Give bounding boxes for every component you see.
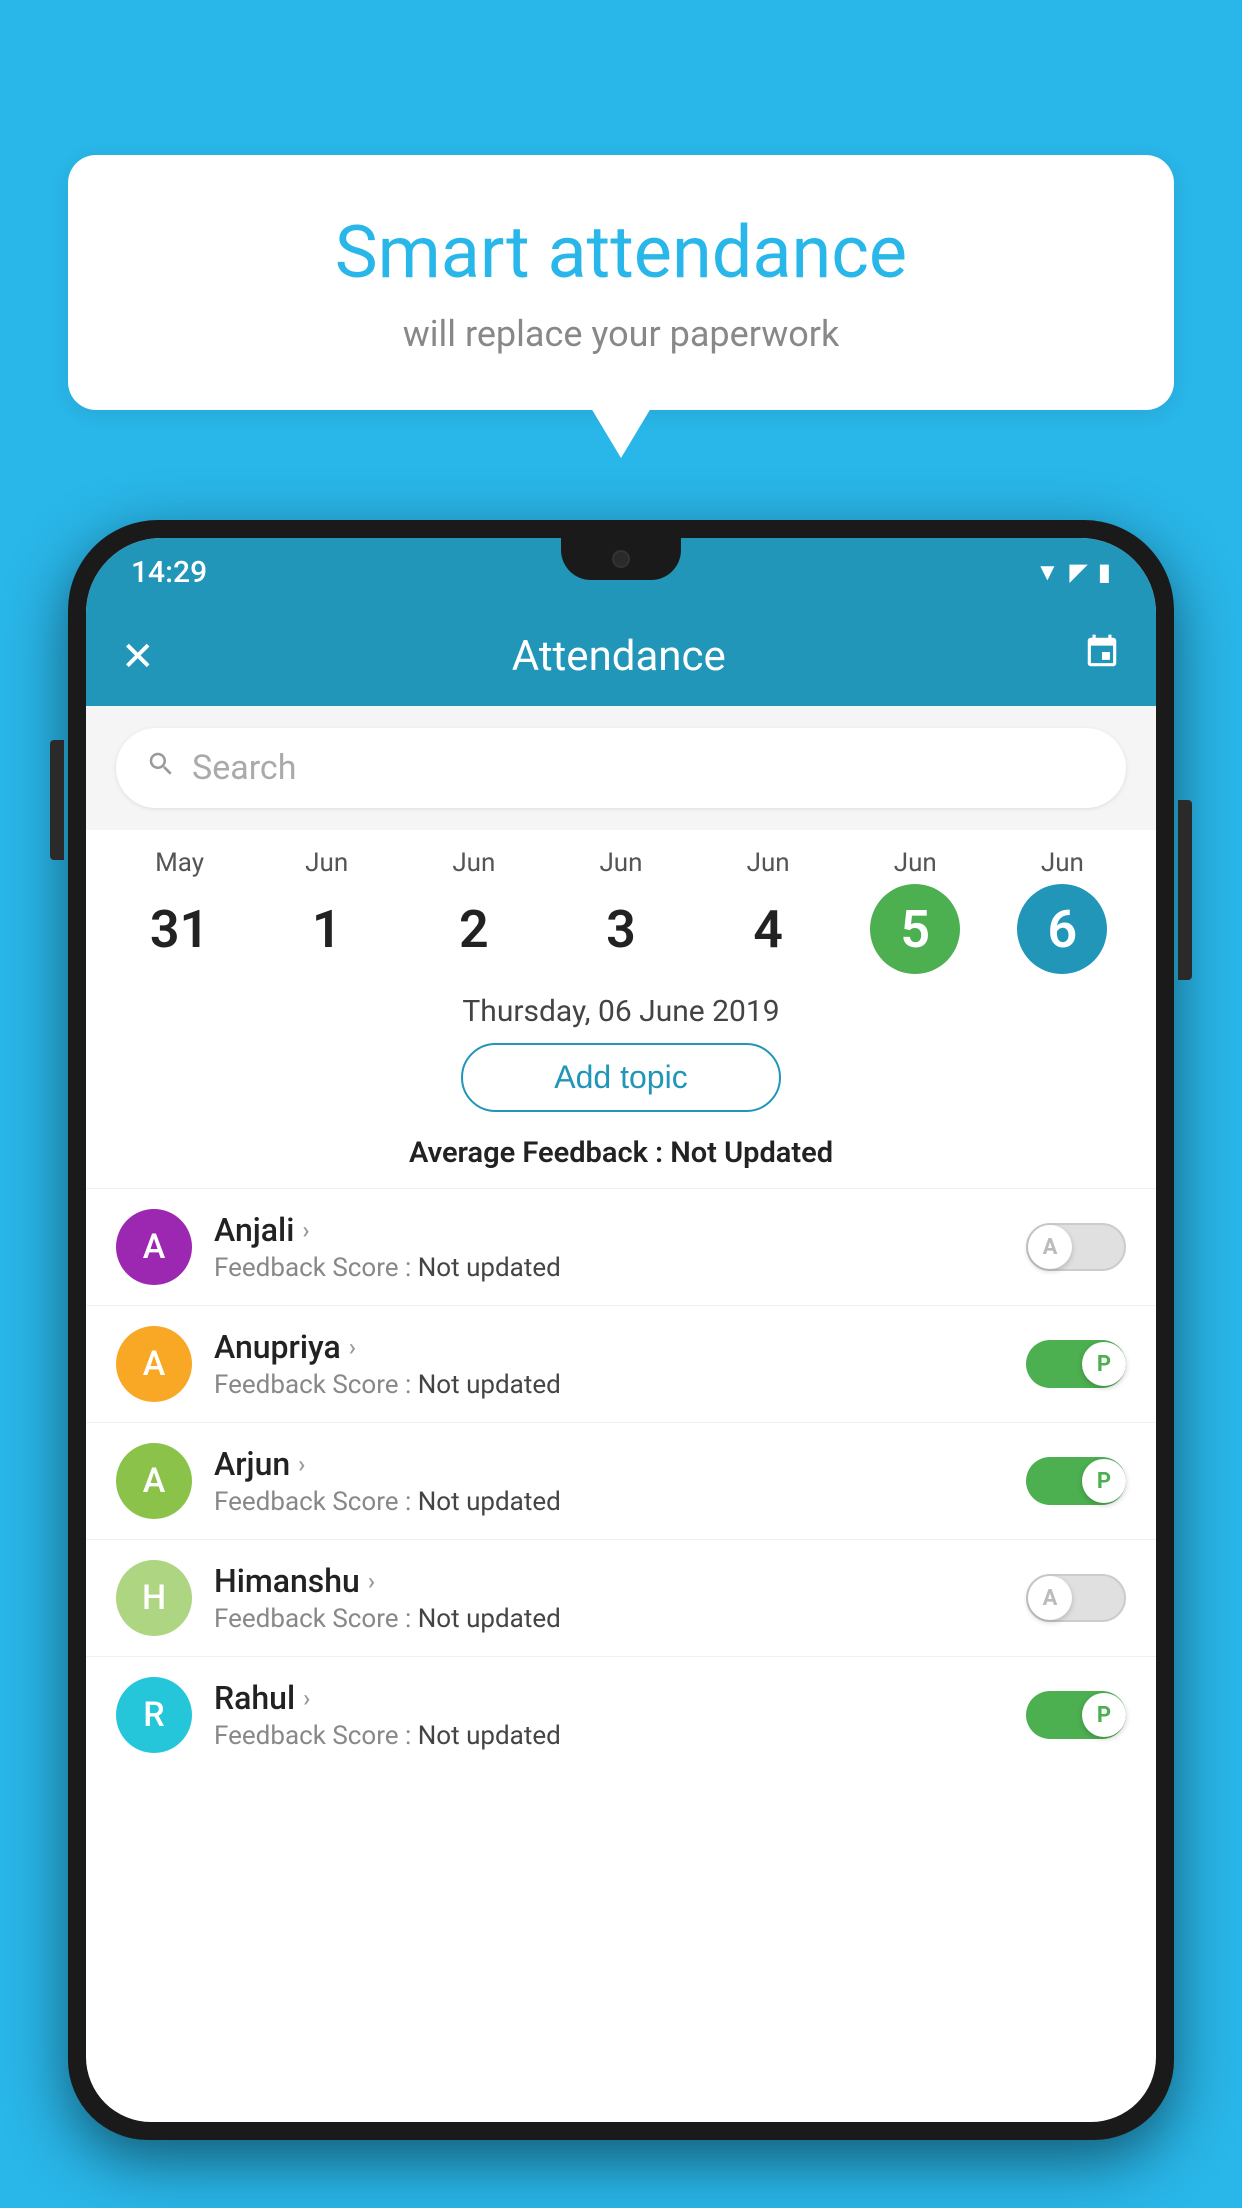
date-cell-5[interactable]: Jun 5 [855,848,975,974]
student-info: Himanshu › Feedback Score : Not updated [214,1562,1004,1634]
chevron-right-icon: › [298,1450,305,1478]
student-list: AAnjali ›Feedback Score : Not updatedAAA… [86,1188,1156,1773]
notch [561,538,681,580]
chevron-right-icon: › [368,1567,375,1595]
avatar: A [116,1326,192,1402]
feedback-value: Not updated [418,1487,561,1517]
date-number: 3 [576,884,666,974]
date-month: Jun [894,848,937,878]
attendance-toggle[interactable]: P [1026,1691,1126,1739]
student-item-1[interactable]: A Anupriya › Feedback Score : Not updated P [86,1305,1156,1422]
attendance-toggle[interactable]: A [1026,1223,1126,1271]
wifi-icon: ▼ [1036,558,1060,587]
attendance-toggle[interactable]: P [1026,1457,1126,1505]
date-cell-6[interactable]: Jun 6 [1002,848,1122,974]
search-placeholder: Search [192,748,296,788]
student-info: Arjun › Feedback Score : Not updated [214,1445,1004,1517]
date-row: May 31 Jun 1 Jun 2 Jun 3 Jun 4 Jun 5 Jun 6 [86,830,1156,984]
avg-feedback-label: Average Feedback : [409,1136,663,1170]
speech-bubble: Smart attendance will replace your paper… [68,155,1174,410]
notch-camera [612,550,630,568]
date-month: May [155,848,204,878]
student-feedback: Feedback Score : Not updated [214,1604,1004,1634]
student-name: Anupriya › [214,1328,1004,1366]
attendance-toggle[interactable]: P [1026,1340,1126,1388]
close-button[interactable]: ✕ [121,633,155,680]
student-item-2[interactable]: A Arjun › Feedback Score : Not updated P [86,1422,1156,1539]
avg-feedback-value: Not Updated [670,1136,833,1170]
date-number: 1 [282,884,372,974]
date-number: 31 [135,884,225,974]
avatar: H [116,1560,192,1636]
date-cell-4[interactable]: Jun 4 [708,848,828,974]
student-name: Himanshu › [214,1562,1004,1600]
feedback-value: Not updated [418,1721,561,1751]
date-cell-2[interactable]: Jun 2 [414,848,534,974]
battery-icon: ▮ [1098,558,1111,586]
attendance-toggle[interactable]: A [1026,1574,1126,1622]
search-container: Search [86,706,1156,830]
chevron-right-icon: › [349,1333,356,1361]
avatar: A [116,1443,192,1519]
bubble-title: Smart attendance [128,210,1114,295]
calendar-icon[interactable] [1083,633,1121,680]
signal-icon: ◤ [1069,558,1087,586]
chevron-right-icon: › [302,1216,309,1244]
date-number: 5 [870,884,960,974]
student-item-4[interactable]: R Rahul › Feedback Score : Not updated P [86,1656,1156,1773]
bubble-subtitle: will replace your paperwork [128,313,1114,355]
student-item-3[interactable]: H Himanshu › Feedback Score : Not updated A [86,1539,1156,1656]
chevron-right-icon: › [303,1684,310,1712]
avatar: A [116,1209,192,1285]
phone-outer: 14:29 ▼ ◤ ▮ ✕ Attendance [68,520,1174,2140]
content-area: Search May 31 Jun 1 Jun 2 Jun 3 Jun 4 Jun 5 Jun 6 Thu… [86,706,1156,1773]
status-icons: ▼ ◤ ▮ [1036,558,1111,587]
student-feedback: Feedback Score : Not updated [214,1721,1004,1751]
app-header: ✕ Attendance [86,606,1156,706]
student-info: Rahul › Feedback Score : Not updated [214,1679,1004,1751]
student-feedback: Feedback Score : Not updated [214,1487,1004,1517]
student-name: Rahul › [214,1679,1004,1717]
date-cell-3[interactable]: Jun 3 [561,848,681,974]
search-icon [146,749,176,787]
add-topic-button[interactable]: Add topic [461,1043,781,1112]
feedback-value: Not updated [418,1604,561,1634]
student-name: Anjali › [214,1211,1004,1249]
phone-screen: 14:29 ▼ ◤ ▮ ✕ Attendance [86,538,1156,2122]
date-month: Jun [747,848,790,878]
date-number: 6 [1017,884,1107,974]
student-name: Arjun › [214,1445,1004,1483]
speech-bubble-container: Smart attendance will replace your paper… [68,155,1174,410]
date-month: Jun [305,848,348,878]
status-time: 14:29 [131,555,207,590]
selected-date-label: Thursday, 06 June 2019 [86,984,1156,1043]
date-month: Jun [599,848,642,878]
student-feedback: Feedback Score : Not updated [214,1370,1004,1400]
feedback-value: Not updated [418,1370,561,1400]
date-number: 2 [429,884,519,974]
student-feedback: Feedback Score : Not updated [214,1253,1004,1283]
date-cell-0[interactable]: May 31 [120,848,240,974]
feedback-value: Not updated [418,1253,561,1283]
phone-container: 14:29 ▼ ◤ ▮ ✕ Attendance [68,520,1174,2208]
date-number: 4 [723,884,813,974]
student-item-0[interactable]: A Anjali › Feedback Score : Not updated A [86,1188,1156,1305]
date-month: Jun [452,848,495,878]
search-bar[interactable]: Search [116,728,1126,808]
student-info: Anupriya › Feedback Score : Not updated [214,1328,1004,1400]
avg-feedback: Average Feedback : Not Updated [86,1130,1156,1188]
date-cell-1[interactable]: Jun 1 [267,848,387,974]
date-month: Jun [1041,848,1084,878]
header-title: Attendance [512,632,726,681]
student-info: Anjali › Feedback Score : Not updated [214,1211,1004,1283]
avatar: R [116,1677,192,1753]
